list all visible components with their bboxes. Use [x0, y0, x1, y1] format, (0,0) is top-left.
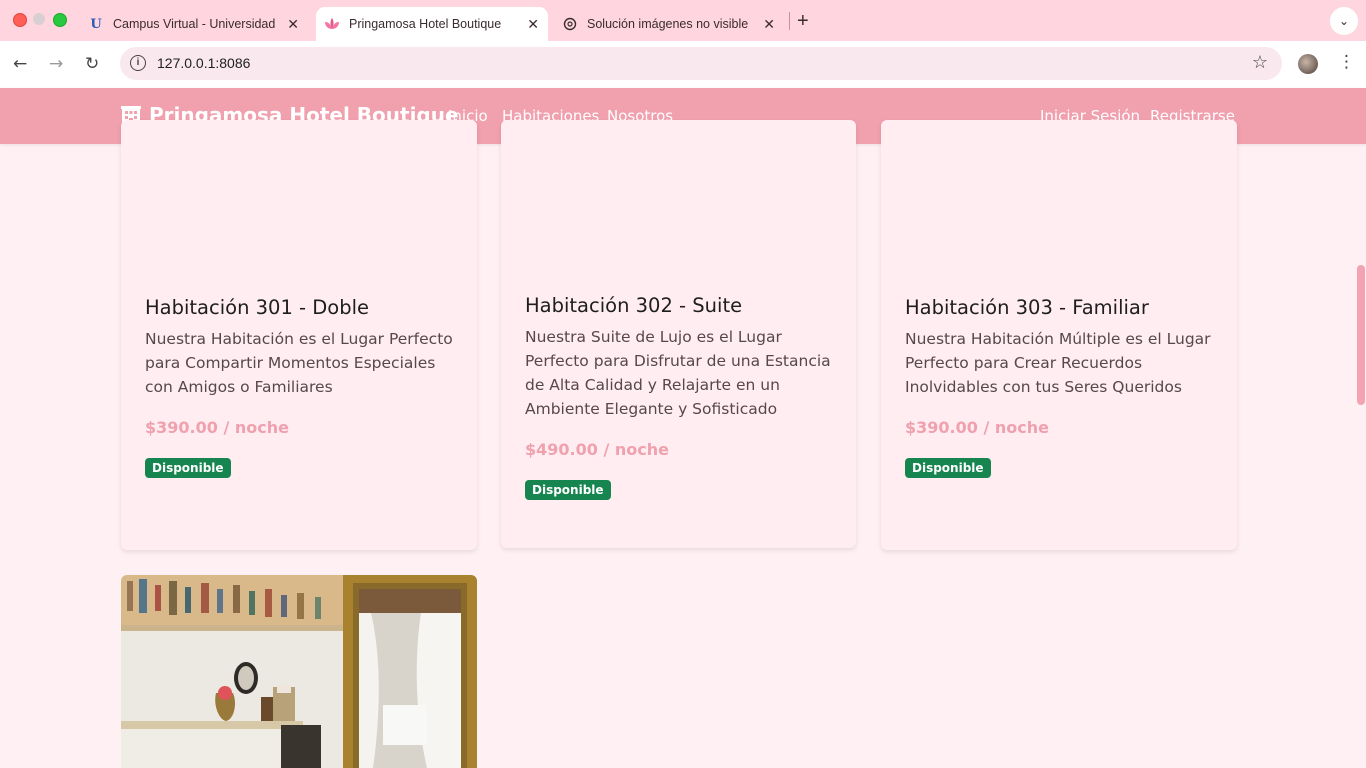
address-bar[interactable]: i 127.0.0.1:8086 ☆: [120, 47, 1282, 80]
room-card[interactable]: Habitación 303 - Familiar Nuestra Habita…: [881, 120, 1237, 550]
tab-divider: [789, 12, 790, 30]
browser-tab-hotel[interactable]: Pringamosa Hotel Boutique ✕: [316, 7, 548, 41]
room-description: Nuestra Suite de Lujo es el Lugar Perfec…: [525, 328, 831, 418]
university-icon: U: [90, 16, 102, 32]
bookmark-star-icon[interactable]: ☆: [1252, 52, 1268, 73]
status-badge: Disponible: [905, 458, 991, 478]
lotus-icon: [324, 16, 340, 32]
window-maximize-button[interactable]: [53, 13, 67, 27]
forward-arrow-icon[interactable]: →: [49, 54, 63, 74]
tab-title: Pringamosa Hotel Boutique: [349, 17, 502, 31]
browser-tab-solucion[interactable]: Solución imágenes no visible ✕: [554, 7, 784, 41]
reload-icon[interactable]: ↻: [85, 54, 99, 74]
room-price: $390.00 / noche: [145, 418, 289, 437]
room-title: Habitación 302 - Suite: [525, 294, 743, 317]
chevron-down-icon: ⌄: [1338, 14, 1350, 28]
room-description: Nuestra Habitación es el Lugar Perfecto …: [145, 330, 453, 396]
tab-title: Campus Virtual - Universidad: [113, 17, 276, 31]
page-scrollbar[interactable]: [1357, 265, 1365, 405]
room-title: Habitación 303 - Familiar: [905, 296, 1149, 319]
room-card[interactable]: Habitación 301 - Doble Nuestra Habitació…: [121, 120, 477, 550]
room-title: Habitación 301 - Doble: [145, 296, 370, 319]
room-price: $490.00 / noche: [525, 440, 669, 459]
browser-tab-campus[interactable]: U Campus Virtual - Universidad ✕: [78, 7, 308, 41]
browser-tab-bar: U Campus Virtual - Universidad ✕ Pringam…: [0, 0, 1366, 41]
site-info-icon[interactable]: i: [130, 55, 146, 71]
kebab-menu-icon[interactable]: ⋮: [1338, 52, 1355, 72]
room-price: $390.00 / noche: [905, 418, 1049, 437]
profile-avatar[interactable]: [1298, 54, 1318, 74]
tab-title: Solución imágenes no visible: [587, 17, 749, 31]
url-text[interactable]: 127.0.0.1:8086: [157, 55, 250, 71]
tab-search-button[interactable]: ⌄: [1330, 7, 1358, 35]
openai-icon: [562, 16, 578, 32]
room-card-image[interactable]: [121, 575, 477, 768]
close-icon[interactable]: ✕: [763, 16, 775, 33]
room-description: Nuestra Habitación Múltiple es el Lugar …: [905, 330, 1211, 396]
browser-toolbar: ← → ↻ i 127.0.0.1:8086 ☆ ⋮: [0, 41, 1366, 88]
status-badge: Disponible: [525, 480, 611, 500]
back-arrow-icon[interactable]: ←: [13, 54, 27, 74]
window-minimize-button[interactable]: [33, 13, 45, 25]
room-card[interactable]: Habitación 302 - Suite Nuestra Suite de …: [501, 120, 856, 548]
new-tab-button[interactable]: +: [797, 10, 809, 33]
close-icon[interactable]: ✕: [527, 16, 539, 33]
status-badge: Disponible: [145, 458, 231, 478]
window-close-button[interactable]: [13, 13, 27, 27]
room-photo: [121, 575, 477, 768]
close-icon[interactable]: ✕: [287, 16, 299, 33]
